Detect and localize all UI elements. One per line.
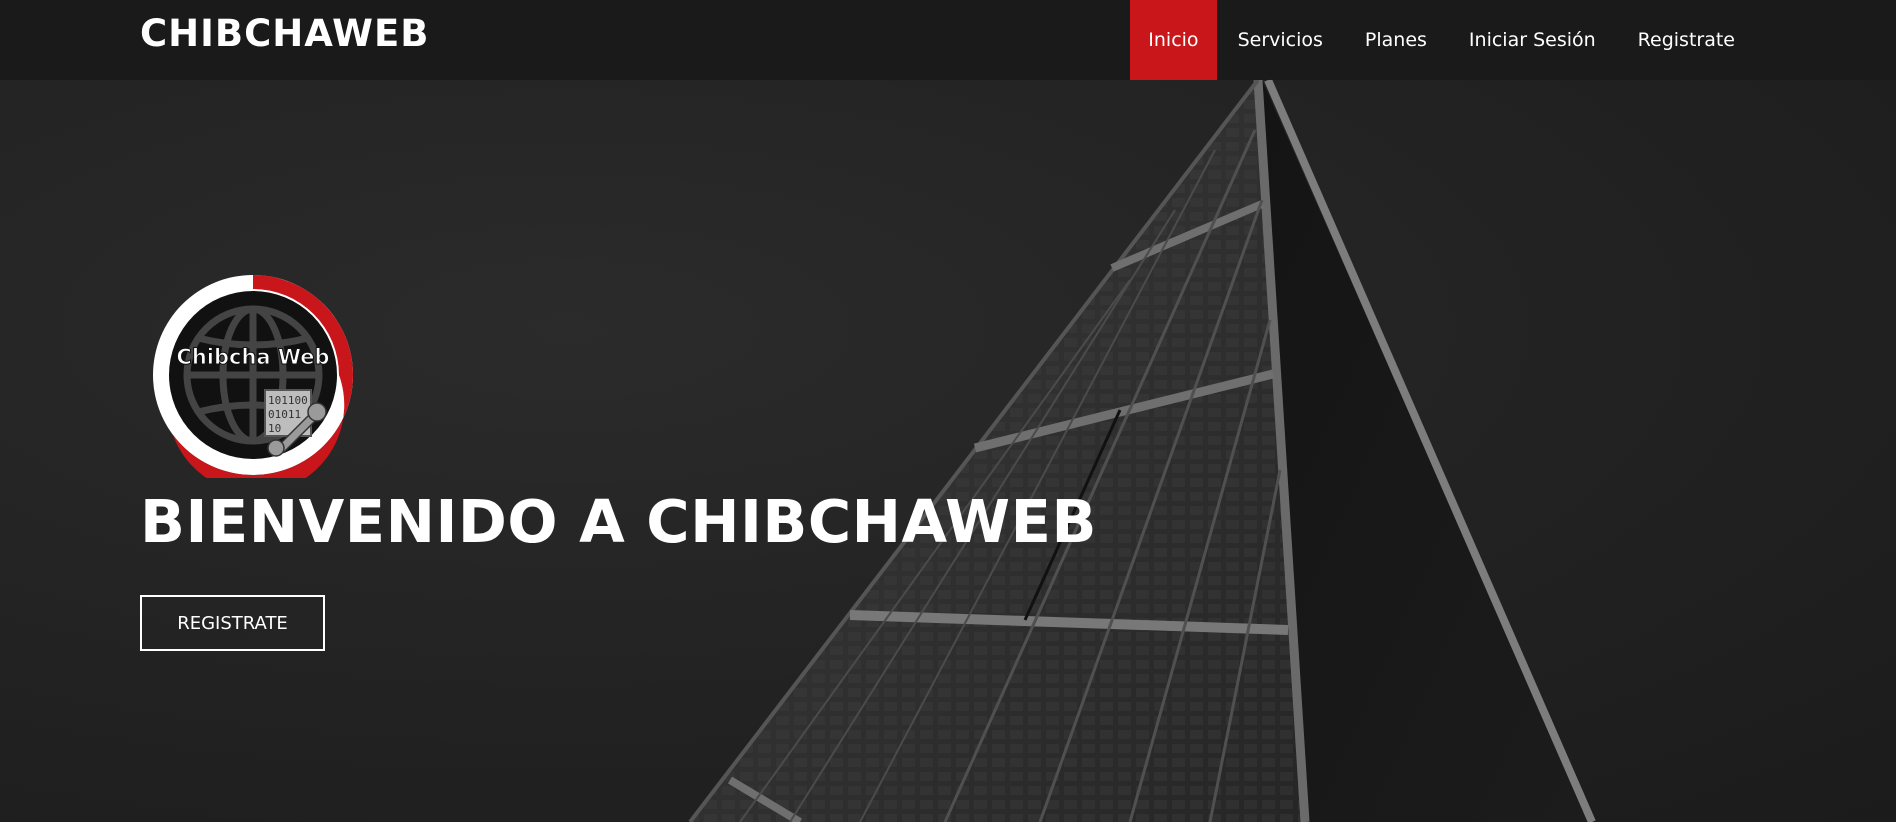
hero-headline: BIENVENIDO A CHIBCHAWEB [140, 487, 1097, 556]
svg-text:101100: 101100 [268, 394, 308, 407]
nav-menu: Inicio Servicios Planes Iniciar Sesión R… [1130, 0, 1756, 80]
nav-item-planes[interactable]: Planes [1344, 0, 1448, 80]
chibcha-web-logo: 101100 01011 10 Chibcha Web [153, 275, 353, 478]
nav-item-registrate[interactable]: Registrate [1617, 0, 1756, 80]
nav-item-inicio[interactable]: Inicio [1130, 0, 1217, 80]
svg-text:10: 10 [268, 422, 281, 435]
nav-item-iniciar-sesion[interactable]: Iniciar Sesión [1448, 0, 1617, 80]
register-button[interactable]: REGISTRATE [140, 595, 325, 651]
top-navbar: CHIBCHAWEB Inicio Servicios Planes Inici… [0, 0, 1896, 80]
svg-text:Chibcha Web: Chibcha Web [176, 345, 329, 369]
nav-item-servicios[interactable]: Servicios [1217, 0, 1344, 80]
svg-text:01011: 01011 [268, 408, 301, 421]
brand-logo-text[interactable]: CHIBCHAWEB [140, 12, 429, 55]
